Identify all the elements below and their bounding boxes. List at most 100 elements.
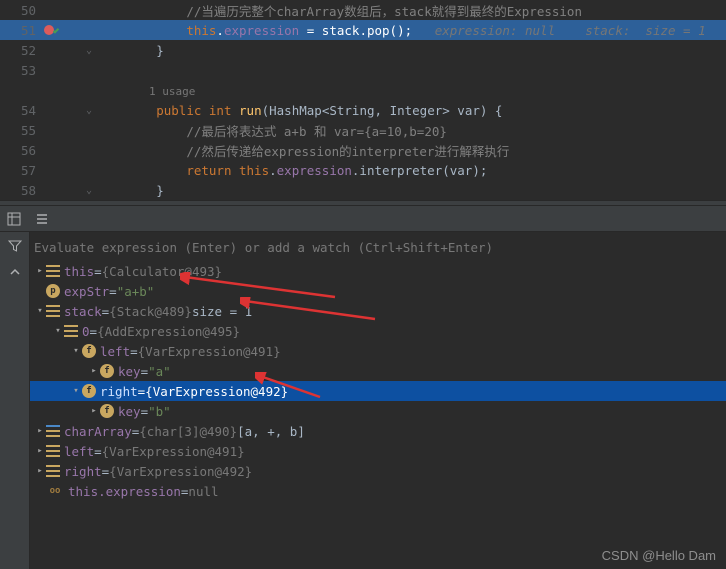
fold-icon[interactable]: ⌄ xyxy=(84,185,94,196)
code-content: return this.expression.interpreter(var); xyxy=(94,163,487,178)
variable-row[interactable]: ▸charArray = {char[3]@490} [a, +, b] xyxy=(30,421,726,441)
variable-name: charArray xyxy=(64,424,132,439)
watch-prompt[interactable]: Evaluate expression (Enter) or add a wat… xyxy=(30,236,726,261)
variable-row[interactable]: ▸left = {VarExpression@491} xyxy=(30,441,726,461)
code-content: public int run(HashMap<String, Integer> … xyxy=(94,103,502,118)
code-content: this.expression = stack.pop(); expressio… xyxy=(94,23,706,38)
code-line[interactable]: 1 usage xyxy=(0,80,726,100)
variable-row[interactable]: ▾fleft = {VarExpression@491} xyxy=(30,341,726,361)
code-content: //然后传递给expression的interpreter进行解释执行 xyxy=(94,141,509,160)
code-line[interactable]: 52 ⌄ } xyxy=(0,40,726,60)
code-content: } xyxy=(94,183,164,198)
chevron-right-icon[interactable]: ▸ xyxy=(34,426,46,436)
chevron-right-icon[interactable]: ▸ xyxy=(34,466,46,476)
variable-row[interactable]: ▾0 = {AddExpression@495} xyxy=(30,321,726,341)
field-icon: f xyxy=(100,364,114,378)
variable-row[interactable]: ▸fkey = "b" xyxy=(30,401,726,421)
null-icon: oo xyxy=(46,484,64,498)
variable-row[interactable]: ▾stack = {Stack@489} size = 1 xyxy=(30,301,726,321)
variable-value: "b" xyxy=(148,404,171,419)
table-view-icon[interactable] xyxy=(6,211,22,227)
variable-row[interactable]: ▾fright = {VarExpression@492} xyxy=(30,381,726,401)
fold-icon[interactable]: ⌄ xyxy=(84,45,94,56)
line-number: 58 xyxy=(0,183,44,198)
fold-icon[interactable]: ⌄ xyxy=(84,105,94,116)
field-icon: f xyxy=(82,384,96,398)
line-number: 54 xyxy=(0,103,44,118)
code-line[interactable]: 51 this.expression = stack.pop(); expres… xyxy=(0,20,726,40)
code-line[interactable]: 56 //然后传递给expression的interpreter进行解释执行 xyxy=(0,140,726,160)
variable-value: {VarExpression@491} xyxy=(102,444,245,459)
variable-value: null xyxy=(188,484,218,499)
debug-toolbar xyxy=(0,206,726,232)
object-icon xyxy=(46,445,60,457)
chevron-down-icon[interactable]: ▾ xyxy=(70,346,82,356)
line-number: 56 xyxy=(0,143,44,158)
variable-extra: [a, +, b] xyxy=(237,424,305,439)
variable-name: right xyxy=(100,384,138,399)
variable-name: this xyxy=(64,264,94,279)
variable-row[interactable]: pexpStr = "a+b" xyxy=(30,281,726,301)
usage-hint[interactable]: 1 usage xyxy=(96,85,195,98)
code-content: 1 usage xyxy=(94,83,195,98)
code-line[interactable]: 50 //当遍历完整个charArray数组后，stack就得到最终的Expre… xyxy=(0,0,726,20)
chevron-right-icon[interactable]: ▸ xyxy=(34,446,46,456)
variable-name: this.expression xyxy=(68,484,181,499)
code-line[interactable]: 53 xyxy=(0,60,726,80)
chevron-down-icon[interactable]: ▾ xyxy=(52,326,64,336)
debug-body: Evaluate expression (Enter) or add a wat… xyxy=(0,232,726,569)
variable-row[interactable]: ▸right = {VarExpression@492} xyxy=(30,461,726,481)
line-number: 57 xyxy=(0,163,44,178)
code-line[interactable]: 54 ⌄ public int run(HashMap<String, Integ… xyxy=(0,100,726,120)
variable-value: "a" xyxy=(148,364,171,379)
variable-row[interactable]: ▸fkey = "a" xyxy=(30,361,726,381)
variable-name: key xyxy=(118,364,141,379)
code-line[interactable]: 55 //最后将表达式 a+b 和 var={a=10,b=20} xyxy=(0,120,726,140)
code-editor[interactable]: 50 //当遍历完整个charArray数组后，stack就得到最终的Expre… xyxy=(0,0,726,200)
object-icon xyxy=(46,305,60,317)
chevron-right-icon[interactable]: ▸ xyxy=(34,266,46,276)
code-line[interactable]: 58 ⌄ } xyxy=(0,180,726,200)
list-view-icon[interactable] xyxy=(34,211,50,227)
variable-extra: size = 1 xyxy=(192,304,252,319)
variable-value: "a+b" xyxy=(117,284,155,299)
watermark: CSDN @Hello Dam xyxy=(602,548,716,563)
line-number: 50 xyxy=(0,3,44,18)
variable-value: {char[3]@490} xyxy=(139,424,237,439)
line-number: 52 xyxy=(0,43,44,58)
chevron-right-icon[interactable]: ▸ xyxy=(88,406,100,416)
field-icon: f xyxy=(82,344,96,358)
variable-name: left xyxy=(100,344,130,359)
line-number: 55 xyxy=(0,123,44,138)
code-line[interactable]: 57 return this.expression.interpreter(va… xyxy=(0,160,726,180)
chevron-right-icon[interactable]: ▸ xyxy=(88,366,100,376)
filter-icon[interactable] xyxy=(7,238,23,254)
field-icon: f xyxy=(100,404,114,418)
debug-sidebar xyxy=(0,232,30,569)
variable-name: expStr xyxy=(64,284,109,299)
object-icon xyxy=(46,265,60,277)
code-content: //当遍历完整个charArray数组后，stack就得到最终的Expressi… xyxy=(94,1,582,20)
object-icon xyxy=(46,425,60,437)
variable-name: key xyxy=(118,404,141,419)
variable-row[interactable]: ▸this = {Calculator@493} xyxy=(30,261,726,281)
code-content: //最后将表达式 a+b 和 var={a=10,b=20} xyxy=(94,121,447,140)
variable-value: {AddExpression@495} xyxy=(97,324,240,339)
chevron-down-icon[interactable]: ▾ xyxy=(70,386,82,396)
param-icon: p xyxy=(46,284,60,298)
variable-value: {VarExpression@492} xyxy=(109,464,252,479)
variables-tree[interactable]: Evaluate expression (Enter) or add a wat… xyxy=(30,232,726,569)
variable-row[interactable]: oothis.expression = null xyxy=(30,481,726,501)
object-icon xyxy=(46,465,60,477)
code-content: } xyxy=(94,43,164,58)
variable-value: {Stack@489} xyxy=(109,304,192,319)
variable-value: {VarExpression@491} xyxy=(138,344,281,359)
variable-value: {VarExpression@492} xyxy=(145,384,288,399)
line-number: 53 xyxy=(0,63,44,78)
collapse-icon[interactable] xyxy=(7,264,23,280)
variable-name: right xyxy=(64,464,102,479)
debug-panel: Evaluate expression (Enter) or add a wat… xyxy=(0,206,726,569)
chevron-down-icon[interactable]: ▾ xyxy=(34,306,46,316)
variable-name: stack xyxy=(64,304,102,319)
gutter[interactable] xyxy=(44,25,84,35)
